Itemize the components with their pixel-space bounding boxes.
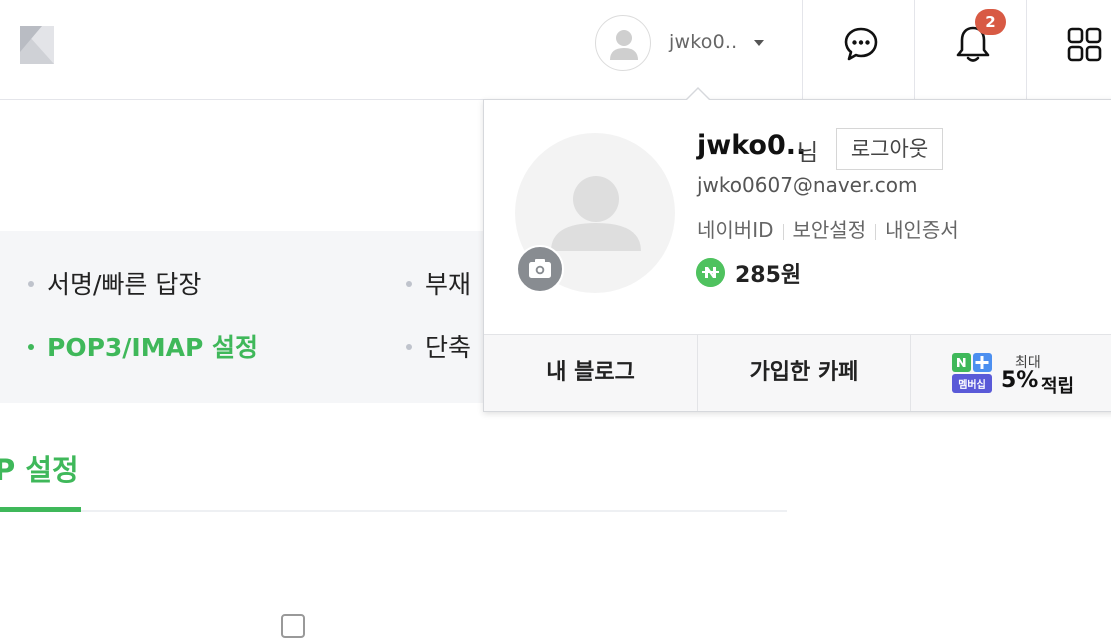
menu-item-pop3-imap[interactable]: POP3/IMAP 설정 bbox=[28, 328, 258, 364]
section-title: P 설정 bbox=[0, 453, 79, 487]
divider bbox=[802, 0, 803, 99]
joined-cafe-button[interactable]: 가입한 카페 bbox=[698, 335, 910, 411]
my-blog-button[interactable]: 내 블로그 bbox=[484, 335, 697, 411]
profile-name-suffix: 님 bbox=[797, 140, 819, 166]
user-name-label: jwko0.. bbox=[669, 31, 738, 53]
caret-down-icon bbox=[754, 40, 764, 46]
nplus-badge-label: 멤버십 bbox=[958, 380, 986, 391]
checkbox[interactable] bbox=[281, 614, 305, 638]
npay-icon bbox=[696, 258, 725, 287]
apps-grid-icon[interactable] bbox=[1066, 22, 1106, 66]
divider bbox=[0, 510, 787, 512]
link-naver-id[interactable]: 네이버ID bbox=[697, 218, 774, 242]
nplus-membership-icon: 멤버십 bbox=[952, 353, 992, 393]
npay-points[interactable]: 285원 bbox=[735, 257, 801, 289]
membership-percent: 5% bbox=[1001, 368, 1039, 393]
notification-badge: 2 bbox=[975, 9, 1006, 35]
avatar bbox=[595, 15, 651, 71]
active-tab-underline bbox=[0, 507, 81, 512]
menu-item-signature[interactable]: 서명/빠른 답장 bbox=[28, 265, 201, 301]
divider bbox=[914, 0, 915, 99]
link-my-certificate[interactable]: 내인증서 bbox=[885, 218, 959, 242]
logout-button[interactable]: 로그아웃 bbox=[836, 128, 943, 170]
profile-name: jwko0.. bbox=[697, 130, 807, 161]
menu-item-shortcut[interactable]: 단축 bbox=[406, 328, 471, 364]
link-security-settings[interactable]: 보안설정 bbox=[793, 218, 867, 242]
menu-item-absence[interactable]: 부재 bbox=[406, 265, 471, 301]
membership-suffix: 적립 bbox=[1041, 376, 1075, 397]
profile-email: jwko0607@naver.com bbox=[697, 173, 918, 197]
default-user-icon bbox=[610, 30, 638, 60]
user-menu-button[interactable]: jwko0.. bbox=[595, 15, 775, 71]
profile-links: 네이버ID 보안설정 내인증서 bbox=[697, 214, 959, 243]
top-header: jwko0.. 2 bbox=[0, 0, 1111, 100]
divider bbox=[1026, 0, 1027, 99]
camera-icon bbox=[529, 259, 551, 278]
chat-icon[interactable] bbox=[841, 22, 881, 66]
naver-logo-icon[interactable] bbox=[20, 26, 54, 64]
camera-button[interactable] bbox=[516, 245, 564, 293]
